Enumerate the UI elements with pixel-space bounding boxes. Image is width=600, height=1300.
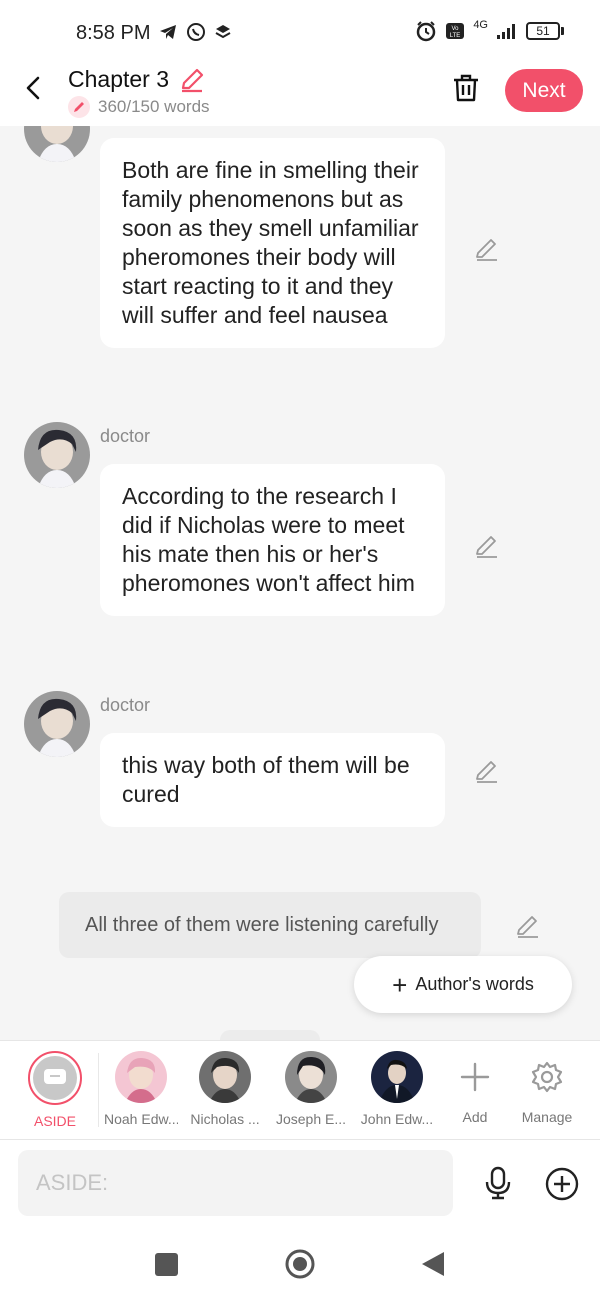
dialogue-bubble[interactable]: According to the research I did if Nicho… xyxy=(100,464,445,616)
battery-icon: 51 xyxy=(526,22,564,40)
nav-back-triangle-icon[interactable] xyxy=(420,1250,446,1278)
battery-level: 51 xyxy=(526,22,560,40)
signal-icon xyxy=(497,24,515,39)
plus-icon xyxy=(460,1062,490,1092)
speaker-avatar[interactable] xyxy=(24,691,90,757)
home-button-icon[interactable] xyxy=(284,1248,316,1280)
alarm-icon xyxy=(417,21,436,42)
speaker-name: doctor xyxy=(100,695,151,715)
word-count-pencil-icon xyxy=(68,96,90,118)
edit-aside-pencil-icon[interactable] xyxy=(515,913,541,939)
svg-text:LTE: LTE xyxy=(450,33,461,39)
character-avatar xyxy=(371,1051,423,1103)
volte-icon: VoLTE xyxy=(446,23,465,39)
dialogue-text: this way both of them will be cured xyxy=(122,752,410,807)
character-avatar xyxy=(115,1051,167,1103)
character-noah[interactable]: Noah Edw... xyxy=(104,1051,178,1127)
status-bar: 8:58 PM Vo LTE 4G 51 xyxy=(0,0,600,62)
word-count-row: 360/150 words xyxy=(68,96,210,118)
character-label: Noah Edw... xyxy=(104,1111,178,1127)
manage-label: Manage xyxy=(521,1109,573,1125)
telegram-icon xyxy=(160,25,176,39)
network-type: 4G xyxy=(473,19,488,31)
word-count: 360/150 words xyxy=(98,97,210,116)
dialogue-text: According to the research I did if Nicho… xyxy=(122,483,415,596)
system-navigation-bar xyxy=(0,1230,600,1300)
status-time: 8:58 PM xyxy=(76,22,151,44)
gear-icon xyxy=(531,1061,563,1093)
edit-title-pencil-icon[interactable] xyxy=(178,66,206,94)
edit-message-pencil-icon[interactable] xyxy=(474,533,500,559)
chat-scroll-area[interactable]: Both are fine in smelling their family p… xyxy=(0,126,600,1040)
aside-narration-bubble[interactable]: All three of them were listening careful… xyxy=(59,892,481,958)
status-system-icons: Vo LTE 4G 51 xyxy=(415,19,564,42)
speaker-avatar[interactable] xyxy=(24,126,90,162)
character-selector-bar: ASIDE Noah Edw... Nicholas ... Joseph E.… xyxy=(0,1040,600,1140)
dialogue-text: Both are fine in smelling their family p… xyxy=(122,157,419,328)
dialogue-bubble[interactable]: this way both of them will be cured xyxy=(100,733,445,827)
speaker-name: doctor xyxy=(100,426,151,446)
character-nicholas[interactable]: Nicholas ... xyxy=(188,1051,262,1127)
svg-text:Vo: Vo xyxy=(452,26,460,32)
manage-characters-button[interactable]: Manage xyxy=(510,1051,584,1125)
scroll-hint xyxy=(220,1030,320,1040)
authors-words-label: Author's words xyxy=(415,974,534,994)
dialogue-bubble[interactable]: Both are fine in smelling their family p… xyxy=(100,138,445,348)
character-avatar xyxy=(285,1051,337,1103)
aside-text-input[interactable] xyxy=(18,1150,453,1216)
character-john[interactable]: John Edw... xyxy=(360,1051,434,1127)
aside-bubble-icon xyxy=(44,1069,66,1084)
stack-icon xyxy=(215,25,231,39)
back-arrow-icon[interactable] xyxy=(18,72,50,104)
whatsapp-icon xyxy=(187,23,205,41)
character-aside[interactable]: ASIDE xyxy=(18,1051,92,1129)
recent-apps-button[interactable] xyxy=(155,1253,178,1276)
authors-words-button[interactable]: + Author's words xyxy=(354,956,572,1013)
chapter-title[interactable]: Chapter 3 xyxy=(68,66,169,93)
editor-header: Chapter 3 360/150 words Next xyxy=(0,62,600,126)
character-joseph[interactable]: Joseph E... xyxy=(274,1051,348,1127)
next-button[interactable]: Next xyxy=(505,69,583,112)
character-label: ASIDE xyxy=(33,1113,76,1129)
aside-narration-text: All three of them were listening careful… xyxy=(85,914,439,936)
edit-message-pencil-icon[interactable] xyxy=(474,758,500,784)
character-label: Nicholas ... xyxy=(190,1111,260,1127)
microphone-icon[interactable] xyxy=(482,1166,514,1200)
character-label: John Edw... xyxy=(360,1111,434,1127)
character-avatar xyxy=(199,1051,251,1103)
compose-row xyxy=(0,1140,600,1230)
status-notification-icons xyxy=(158,22,232,42)
edit-message-pencil-icon[interactable] xyxy=(474,236,500,262)
divider xyxy=(98,1053,99,1127)
add-character-button[interactable]: Add xyxy=(438,1051,512,1125)
character-label: Joseph E... xyxy=(275,1111,347,1127)
add-circle-icon[interactable] xyxy=(544,1166,580,1202)
trash-icon[interactable] xyxy=(450,72,482,104)
plus-icon: + xyxy=(392,969,408,1000)
speaker-avatar[interactable] xyxy=(24,422,90,488)
add-label: Add xyxy=(462,1109,488,1125)
